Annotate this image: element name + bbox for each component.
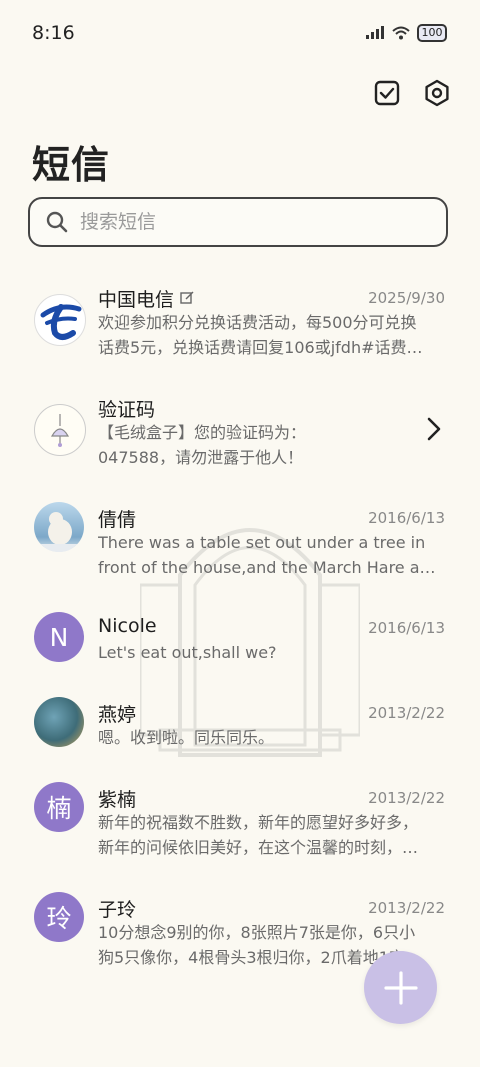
status-icons: 100 xyxy=(365,24,447,42)
page-title: 短信 xyxy=(32,143,111,187)
conversation-item[interactable]: 燕婷 2013/2/22 嗯。收到啦。同乐同乐。 xyxy=(0,695,480,755)
conversation-date: 2013/2/22 xyxy=(368,899,445,917)
conversation-item[interactable]: 楠 紫楠 2013/2/22 新年的祝福数不胜数，新年的愿望好多好多， 新年的问… xyxy=(0,780,480,870)
chevron-right-icon[interactable] xyxy=(426,416,442,442)
conversation-date: 2016/6/13 xyxy=(368,619,445,637)
avatar: 楠 xyxy=(34,782,84,832)
conversation-preview: 【毛绒盒子】您的验证码为： 047588，请勿泄露于他人！ xyxy=(98,420,444,470)
battery-indicator: 100 xyxy=(417,24,447,42)
preview-line: There was a table set out under a tree i… xyxy=(98,533,426,552)
conversation-name: 验证码 xyxy=(98,399,156,421)
new-message-button[interactable] xyxy=(364,951,437,1024)
wind-chime-icon xyxy=(50,414,70,447)
search-icon xyxy=(46,211,68,233)
conversation-name: 中国电信 xyxy=(98,285,194,312)
preview-line: 新年的祝福数不胜数，新年的愿望好多好多， xyxy=(98,813,419,832)
china-telecom-avatar xyxy=(34,294,86,346)
conversation-name: 子玲 xyxy=(98,899,137,921)
conversation-preview: 欢迎参加积分兑换话费活动，每500分可兑换 话费5元，兑换话费请回复106或jf… xyxy=(98,310,444,360)
signal-icon xyxy=(366,26,384,39)
conversation-item[interactable]: 倩倩 2016/6/13 There was a table set out u… xyxy=(0,500,480,590)
china-telecom-logo-icon xyxy=(40,304,82,340)
checkbox-icon xyxy=(374,80,400,106)
conversation-name: Nicole xyxy=(98,615,157,637)
settings-button[interactable] xyxy=(422,78,452,108)
status-bar: 8:16 100 xyxy=(0,0,480,64)
avatar: 玲 xyxy=(34,892,84,942)
polar-bear-icon xyxy=(34,512,84,552)
header-actions xyxy=(372,78,452,108)
search-input[interactable] xyxy=(78,210,412,234)
preview-line: 嗯。收到啦。同乐同乐。 xyxy=(98,728,275,747)
preview-line: 10分想念9别的你，8张照片7张是你，6只小 xyxy=(98,923,416,942)
conversation-preview: 新年的祝福数不胜数，新年的愿望好多好多， 新年的问候依旧美好，在这个温馨的时刻，… xyxy=(98,810,444,860)
conversation-name: 燕婷 xyxy=(98,704,137,726)
conversation-preview: 嗯。收到啦。同乐同乐。 xyxy=(98,725,444,750)
conversation-date: 2016/6/13 xyxy=(368,509,445,527)
conversation-item[interactable]: 中国电信 2025/9/30 欢迎参加积分兑换话费活动，每500分可兑换 话费5… xyxy=(0,280,480,370)
plus-icon xyxy=(383,970,418,1005)
preview-line: front of the house,and the March Hare an… xyxy=(98,558,444,577)
conversation-name: 倩倩 xyxy=(98,509,137,531)
conversation-item[interactable]: 验证码 【毛绒盒子】您的验证码为： 047588，请勿泄露于他人！ xyxy=(0,390,480,480)
preview-line: Let's eat out,shall we? xyxy=(98,643,277,662)
conversation-preview: There was a table set out under a tree i… xyxy=(98,530,444,580)
preview-line: 【毛绒盒子】您的验证码为： xyxy=(98,423,307,442)
preview-line: 047588，请勿泄露于他人！ xyxy=(98,448,304,467)
conversation-item[interactable]: N Nicole 2016/6/13 Let's eat out,shall w… xyxy=(0,610,480,670)
search-bar[interactable] xyxy=(28,197,448,247)
conversation-name: 紫楠 xyxy=(98,789,137,811)
conversation-date: 2013/2/22 xyxy=(368,704,445,722)
settings-icon xyxy=(425,79,449,107)
preview-line: 欢迎参加积分兑换话费活动，每500分可兑换 xyxy=(98,313,417,332)
edit-icon xyxy=(180,291,194,304)
conversation-date: 2013/2/22 xyxy=(368,789,445,807)
verification-avatar xyxy=(34,404,86,456)
avatar: N xyxy=(34,612,84,662)
preview-line: 话费5元，兑换话费请回复106或jfdh#话费… xyxy=(98,338,423,357)
conversation-preview: Let's eat out,shall we? xyxy=(98,640,444,665)
multi-select-button[interactable] xyxy=(372,78,402,108)
preview-line: 新年的问候依旧美好，在这个温馨的时刻，… xyxy=(98,838,419,857)
conversation-date: 2025/9/30 xyxy=(368,289,445,307)
wifi-icon xyxy=(392,26,410,40)
polar-bear-avatar xyxy=(34,502,84,552)
landscape-photo-avatar xyxy=(34,697,84,747)
status-time: 8:16 xyxy=(32,22,75,44)
